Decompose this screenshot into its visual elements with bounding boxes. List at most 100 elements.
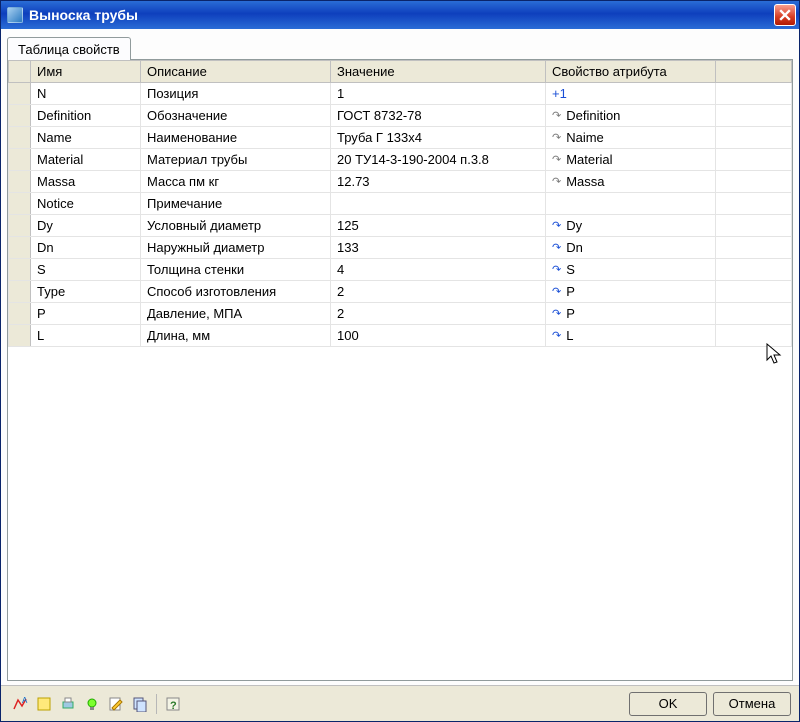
cell-name[interactable]: Massa [31,171,141,193]
cell-value[interactable]: 133 [331,237,546,259]
close-button[interactable] [774,4,796,26]
cell-attr[interactable]: ↷ Definition [546,105,716,127]
cell-name[interactable]: Notice [31,193,141,215]
cell-description[interactable]: Обозначение [141,105,331,127]
attr-link[interactable]: +1 [552,86,567,101]
cell-value[interactable]: 2 [331,303,546,325]
cell-description[interactable]: Наименование [141,127,331,149]
cell-value[interactable]: 2 [331,281,546,303]
arrow-icon: ↷ [552,241,561,254]
table-row[interactable]: TypeСпособ изготовления2↷P [9,281,792,303]
table-row[interactable]: NoticeПримечание [9,193,792,215]
cell-spacer [716,149,792,171]
cell-name[interactable]: S [31,259,141,281]
cell-attr[interactable]: ↷P [546,303,716,325]
table-row[interactable]: SТолщина стенки4↷S [9,259,792,281]
table-row[interactable]: DnНаружный диаметр133↷Dn [9,237,792,259]
table-row[interactable]: MaterialМатериал трубы20 ТУ14-3-190-2004… [9,149,792,171]
col-header-name[interactable]: Имя [31,61,141,83]
toolbar-separator [156,694,157,714]
cell-attr[interactable]: ↷Massa [546,171,716,193]
row-header [9,105,31,127]
cell-attr[interactable]: ↷P [546,281,716,303]
note-button[interactable] [33,693,55,715]
cell-value[interactable]: 4 [331,259,546,281]
cell-attr[interactable]: ↷L [546,325,716,347]
cell-attr[interactable]: ↷ Dy [546,215,716,237]
bulb-icon [84,696,100,712]
help-icon: ? [165,696,181,712]
polyline-button[interactable]: A [9,693,31,715]
help-button[interactable]: ? [162,693,184,715]
dialog-window: Выноска трубы Таблица свойств Имя Описан… [0,0,800,722]
cell-value[interactable] [331,193,546,215]
cell-description[interactable]: Примечание [141,193,331,215]
cell-name[interactable]: Dy [31,215,141,237]
attr-text: S [566,262,575,277]
col-header-row[interactable] [9,61,31,83]
col-header-description[interactable]: Описание [141,61,331,83]
cell-name[interactable]: Material [31,149,141,171]
table-row[interactable]: DyУсловный диаметр125↷Dy [9,215,792,237]
cell-spacer [716,105,792,127]
cell-attr[interactable]: +1 [546,83,716,105]
cell-attr[interactable]: ↷Material [546,149,716,171]
table-row[interactable]: MassaМасса пм кг12.73↷Massa [9,171,792,193]
cell-value[interactable]: 125 [331,215,546,237]
table-row[interactable]: LДлина, мм100↷L [9,325,792,347]
cell-value[interactable]: 20 ТУ14-3-190-2004 п.3.8 [331,149,546,171]
cell-value[interactable]: Труба Г 133х4 [331,127,546,149]
cell-description[interactable]: Толщина стенки [141,259,331,281]
copy-button[interactable] [129,693,151,715]
cell-name[interactable]: Name [31,127,141,149]
cell-attr[interactable] [546,193,716,215]
cell-attr[interactable]: ↷S [546,259,716,281]
cell-description[interactable]: Способ изготовления [141,281,331,303]
cell-value[interactable]: 1 [331,83,546,105]
attr-text: P [566,284,575,299]
cell-description[interactable]: Позиция [141,83,331,105]
ok-button[interactable]: OK [629,692,707,716]
cell-description[interactable]: Наружный диаметр [141,237,331,259]
attr-text: Dy [566,218,582,233]
table-row[interactable]: DefinitionОбозначениеГОСТ 8732-78↷Defini… [9,105,792,127]
col-header-spacer [716,61,792,83]
print-icon [60,696,76,712]
cell-description[interactable]: Масса пм кг [141,171,331,193]
cell-attr[interactable]: ↷Naime [546,127,716,149]
row-header [9,259,31,281]
edit-button[interactable] [105,693,127,715]
col-header-attr[interactable]: Свойство атрибута [546,61,716,83]
cell-spacer [716,83,792,105]
cell-description[interactable]: Условный диаметр [141,215,331,237]
arrow-icon: ↷ [552,219,561,232]
cell-value[interactable]: 100 [331,325,546,347]
cell-attr[interactable]: ↷Dn [546,237,716,259]
bulb-button[interactable] [81,693,103,715]
cell-value[interactable]: 12.73 [331,171,546,193]
table-row[interactable]: NameНаименованиеТруба Г 133х4↷Naime [9,127,792,149]
cell-name[interactable]: N [31,83,141,105]
cell-description[interactable]: Давление, МПА [141,303,331,325]
cell-description[interactable]: Длина, мм [141,325,331,347]
cancel-button[interactable]: Отмена [713,692,791,716]
cell-name[interactable]: L [31,325,141,347]
cell-description[interactable]: Материал трубы [141,149,331,171]
cell-name[interactable]: Dn [31,237,141,259]
col-header-value[interactable]: Значение [331,61,546,83]
table-row[interactable]: PДавление, МПА2↷P [9,303,792,325]
row-header [9,149,31,171]
attr-text: Naime [566,130,604,145]
attr-text: Definition [566,108,620,123]
cell-name[interactable]: Definition [31,105,141,127]
arrow-icon: ↷ [552,109,561,122]
print-button[interactable] [57,693,79,715]
cell-name[interactable]: Type [31,281,141,303]
attr-text: Massa [566,174,604,189]
table-row[interactable]: NПозиция1 +1 [9,83,792,105]
attr-text: Material [566,152,612,167]
cell-value[interactable]: ГОСТ 8732-78 [331,105,546,127]
tab-properties-table[interactable]: Таблица свойств [7,37,131,60]
arrow-icon: ↷ [552,263,561,276]
cell-name[interactable]: P [31,303,141,325]
